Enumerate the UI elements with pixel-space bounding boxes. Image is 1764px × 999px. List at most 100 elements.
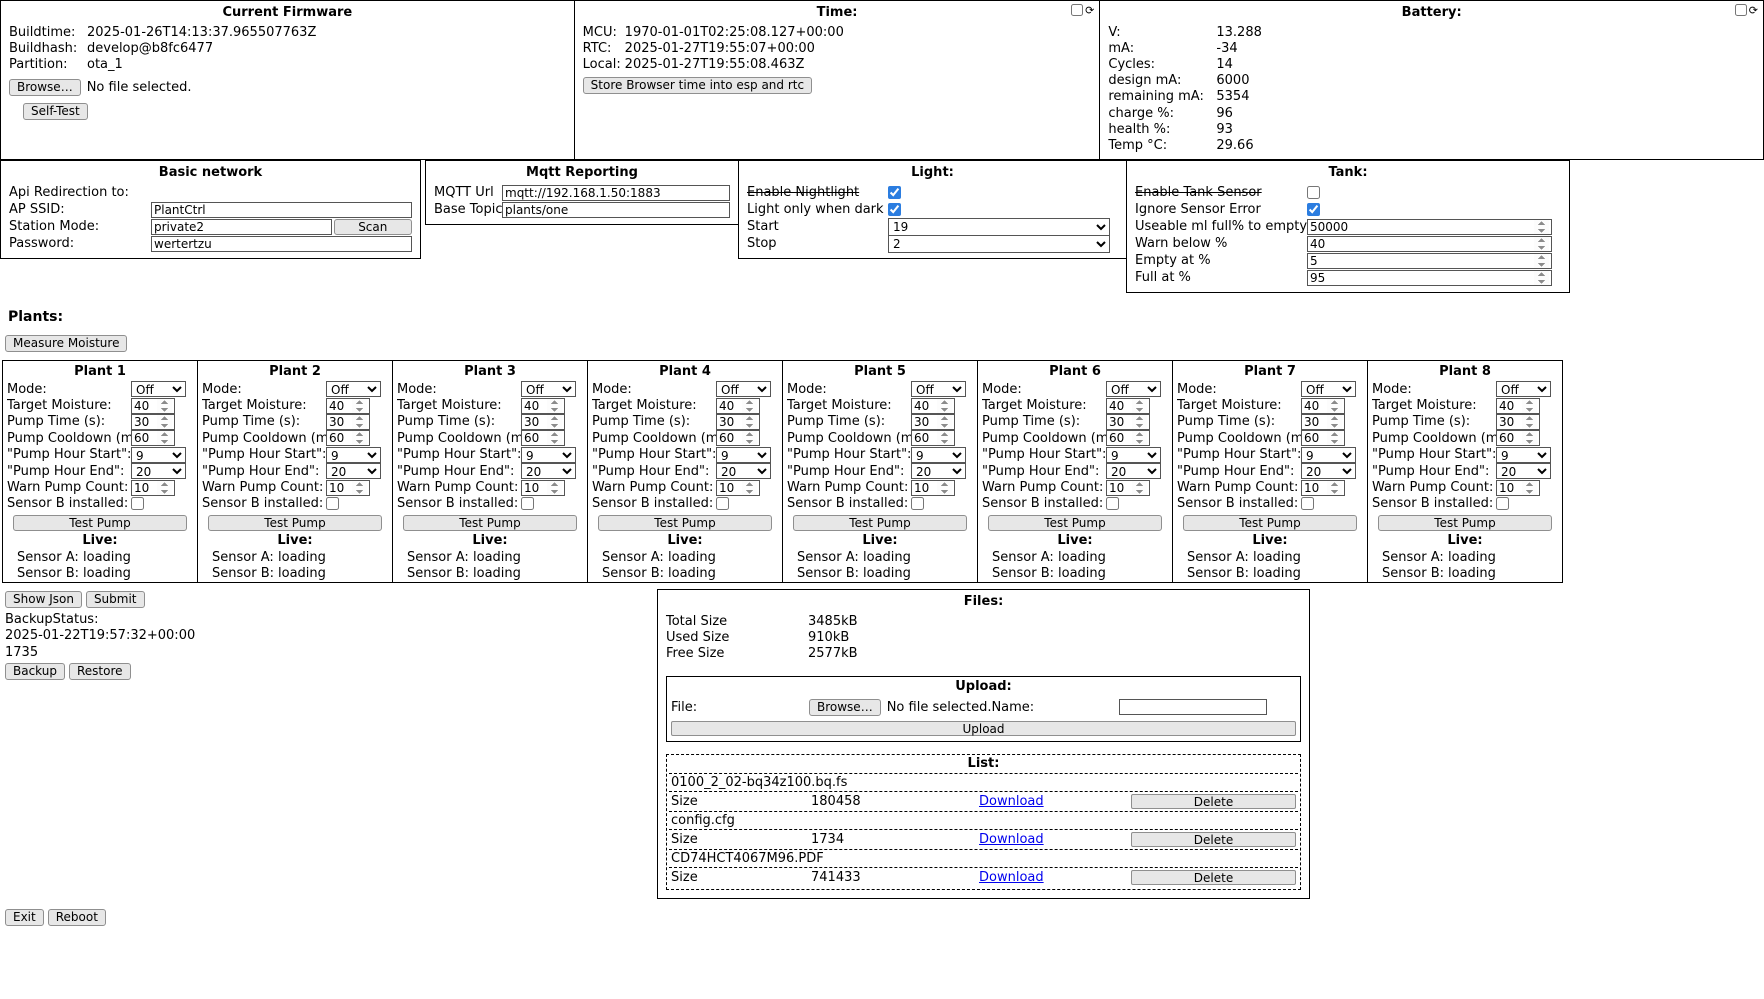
test-pump-button[interactable]: Test Pump <box>1378 515 1552 531</box>
test-pump-button[interactable]: Test Pump <box>13 515 187 531</box>
plant-warn-pump-count-input[interactable] <box>716 480 760 496</box>
plant-pump-hour-start-select[interactable]: 9 <box>911 447 966 463</box>
refresh-icon[interactable]: ⟳ <box>1749 5 1758 16</box>
plant-pump-hour-start-select[interactable]: 9 <box>131 447 186 463</box>
ignore-sensor-error-checkbox[interactable] <box>1307 203 1320 216</box>
plant-target-moisture-input[interactable] <box>716 398 760 414</box>
plant-warn-pump-count-input[interactable] <box>521 480 565 496</box>
plant-warn-pump-count-input[interactable] <box>1496 480 1540 496</box>
test-pump-button[interactable]: Test Pump <box>208 515 382 531</box>
mqtt-url-input[interactable] <box>502 185 730 201</box>
plant-pump-hour-start-select[interactable]: 9 <box>1496 447 1551 463</box>
plant-sensor-b-installed-checkbox[interactable] <box>911 497 924 510</box>
light-start-select[interactable]: 19 <box>888 218 1110 236</box>
upload-button[interactable]: Upload <box>671 721 1296 736</box>
station-mode-input[interactable] <box>151 219 332 235</box>
plant-target-moisture-input[interactable] <box>1301 398 1345 414</box>
plant-pump-cooldown-input[interactable] <box>131 430 175 446</box>
plant-pump-cooldown-input[interactable] <box>716 430 760 446</box>
plant-pump-hour-start-select[interactable]: 9 <box>716 447 771 463</box>
plant-pump-hour-start-select[interactable]: 9 <box>326 447 381 463</box>
plant-mode-select[interactable]: Off <box>1106 381 1161 397</box>
plant-mode-select[interactable]: Off <box>911 381 966 397</box>
plant-target-moisture-input[interactable] <box>131 398 175 414</box>
test-pump-button[interactable]: Test Pump <box>598 515 772 531</box>
plant-pump-hour-end-select[interactable]: 20 <box>911 463 966 479</box>
plant-pump-cooldown-input[interactable] <box>1106 430 1150 446</box>
plant-pump-cooldown-input[interactable] <box>911 430 955 446</box>
base-topic-input[interactable] <box>502 202 730 218</box>
only-when-dark-checkbox[interactable] <box>888 203 901 216</box>
light-stop-select[interactable]: 2 <box>888 235 1110 253</box>
upload-browse-button[interactable]: Browse… <box>809 699 881 716</box>
plant-sensor-b-installed-checkbox[interactable] <box>521 497 534 510</box>
plant-target-moisture-input[interactable] <box>1106 398 1150 414</box>
backup-button[interactable]: Backup <box>5 663 65 680</box>
plant-target-moisture-input[interactable] <box>1496 398 1540 414</box>
battery-auto-refresh-checkbox[interactable] <box>1735 4 1747 16</box>
plant-pump-hour-start-select[interactable]: 9 <box>521 447 576 463</box>
plant-pump-time-input[interactable] <box>1106 414 1150 430</box>
password-input[interactable] <box>151 236 412 252</box>
ap-ssid-input[interactable] <box>151 202 412 218</box>
delete-button[interactable]: Delete <box>1131 870 1296 885</box>
plant-mode-select[interactable]: Off <box>716 381 771 397</box>
plant-pump-hour-end-select[interactable]: 20 <box>1106 463 1161 479</box>
plant-warn-pump-count-input[interactable] <box>1106 480 1150 496</box>
plant-mode-select[interactable]: Off <box>326 381 381 397</box>
plant-warn-pump-count-input[interactable] <box>326 480 370 496</box>
delete-button[interactable]: Delete <box>1131 794 1296 809</box>
restore-button[interactable]: Restore <box>69 663 131 680</box>
empty-at-input[interactable] <box>1307 253 1552 269</box>
firmware-browse-button[interactable]: Browse… <box>9 79 81 96</box>
plant-mode-select[interactable]: Off <box>1496 381 1551 397</box>
plant-pump-hour-end-select[interactable]: 20 <box>1301 463 1356 479</box>
plant-sensor-b-installed-checkbox[interactable] <box>716 497 729 510</box>
nightlight-checkbox[interactable] <box>888 186 901 199</box>
plant-pump-cooldown-input[interactable] <box>1301 430 1345 446</box>
plant-mode-select[interactable]: Off <box>1301 381 1356 397</box>
plant-sensor-b-installed-checkbox[interactable] <box>326 497 339 510</box>
plant-sensor-b-installed-checkbox[interactable] <box>131 497 144 510</box>
full-at-input[interactable] <box>1307 270 1552 286</box>
download-link[interactable]: Download <box>979 832 1044 847</box>
reboot-button[interactable]: Reboot <box>48 909 106 926</box>
plant-sensor-b-installed-checkbox[interactable] <box>1301 497 1314 510</box>
test-pump-button[interactable]: Test Pump <box>1183 515 1357 531</box>
plant-sensor-b-installed-checkbox[interactable] <box>1106 497 1119 510</box>
plant-sensor-b-installed-checkbox[interactable] <box>1496 497 1509 510</box>
plant-pump-time-input[interactable] <box>326 414 370 430</box>
test-pump-button[interactable]: Test Pump <box>403 515 577 531</box>
warn-below-input[interactable] <box>1307 236 1552 252</box>
plant-warn-pump-count-input[interactable] <box>1301 480 1345 496</box>
plant-target-moisture-input[interactable] <box>326 398 370 414</box>
plant-pump-time-input[interactable] <box>521 414 565 430</box>
plant-warn-pump-count-input[interactable] <box>131 480 175 496</box>
plant-pump-cooldown-input[interactable] <box>326 430 370 446</box>
plant-pump-time-input[interactable] <box>716 414 760 430</box>
exit-button[interactable]: Exit <box>5 909 44 926</box>
plant-warn-pump-count-input[interactable] <box>911 480 955 496</box>
plant-mode-select[interactable]: Off <box>521 381 576 397</box>
measure-moisture-button[interactable]: Measure Moisture <box>5 335 127 352</box>
store-browser-time-button[interactable]: Store Browser time into esp and rtc <box>583 77 812 94</box>
tank-enable-checkbox[interactable] <box>1307 186 1320 199</box>
plant-pump-time-input[interactable] <box>131 414 175 430</box>
useable-ml-input[interactable] <box>1307 219 1552 235</box>
test-pump-button[interactable]: Test Pump <box>793 515 967 531</box>
submit-button[interactable]: Submit <box>86 591 145 608</box>
plant-target-moisture-input[interactable] <box>521 398 565 414</box>
download-link[interactable]: Download <box>979 794 1044 809</box>
delete-button[interactable]: Delete <box>1131 832 1296 847</box>
plant-pump-cooldown-input[interactable] <box>1496 430 1540 446</box>
plant-pump-cooldown-input[interactable] <box>521 430 565 446</box>
refresh-icon[interactable]: ⟳ <box>1085 5 1094 16</box>
scan-button[interactable]: Scan <box>334 219 412 235</box>
plant-pump-hour-end-select[interactable]: 20 <box>716 463 771 479</box>
test-pump-button[interactable]: Test Pump <box>988 515 1162 531</box>
self-test-button[interactable]: Self-Test <box>23 103 88 120</box>
plant-mode-select[interactable]: Off <box>131 381 186 397</box>
plant-pump-time-input[interactable] <box>1496 414 1540 430</box>
plant-pump-hour-end-select[interactable]: 20 <box>326 463 381 479</box>
time-auto-refresh-checkbox[interactable] <box>1071 4 1083 16</box>
